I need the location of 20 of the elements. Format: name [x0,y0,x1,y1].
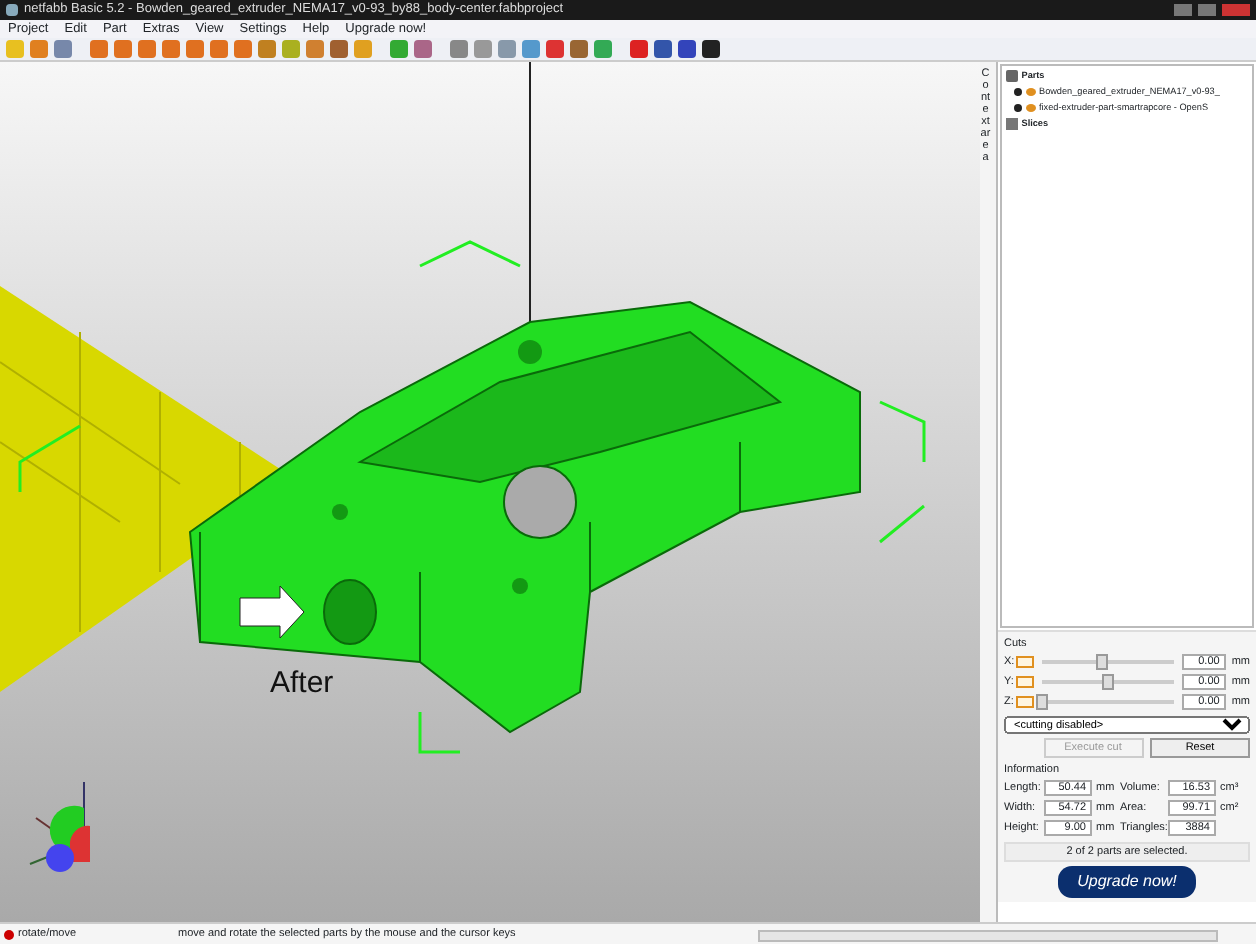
axis-toggle[interactable] [1016,656,1035,669]
part-dot-icon [1014,104,1022,112]
slider-thumb[interactable] [1095,654,1108,671]
axis-toggle[interactable] [1015,696,1034,709]
slider-thumb[interactable] [1035,694,1048,711]
status-dot-icon [4,930,14,940]
axis-gizmo-drawing [29,781,90,872]
slider-track[interactable] [1042,660,1174,665]
arrow-icon [239,585,305,639]
slider-track[interactable] [1041,700,1174,705]
slices-icon [1006,118,1018,130]
part-dot-icon [1014,88,1022,96]
slider-thumb[interactable] [1101,674,1114,691]
callout-label: After [270,666,334,700]
upgrade-button[interactable]: Upgrade now! [1057,866,1197,898]
axis-toggle[interactable] [1015,676,1034,689]
app-icon [6,4,18,16]
parts-icon [1006,70,1018,82]
3d-viewport[interactable]: After [0,62,980,922]
slider-track[interactable] [1041,680,1174,685]
